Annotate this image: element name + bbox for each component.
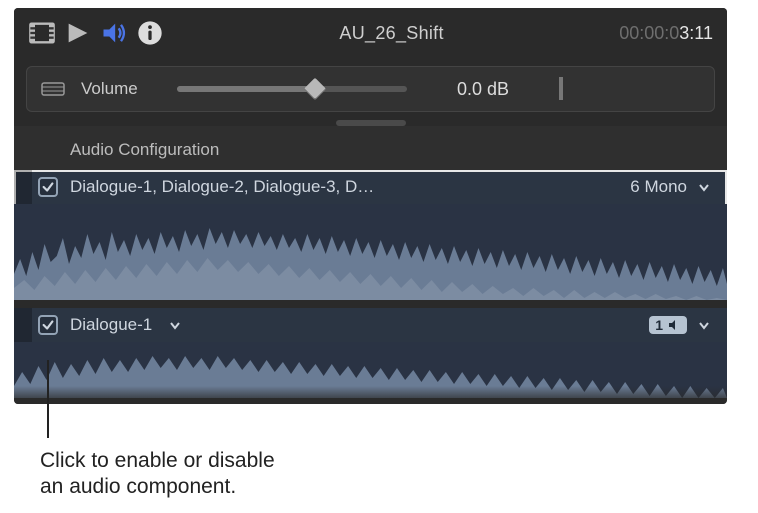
callout-line-1: Click to enable or disable (40, 449, 275, 472)
info-tab-icon[interactable] (136, 19, 164, 47)
callout-leader-line (47, 360, 49, 438)
audio-component-row[interactable]: Dialogue-1, Dialogue-2, Dialogue-3, D… 6… (14, 170, 727, 300)
chevron-down-icon (697, 318, 711, 332)
clip-title: AU_26_Shift (164, 23, 619, 44)
component-header: Dialogue-1 1 (14, 308, 727, 342)
volume-label: Volume (81, 79, 161, 99)
waveform-display[interactable] (14, 204, 727, 300)
audio-component-row[interactable]: Dialogue-1 1 (14, 308, 727, 398)
speaker-icon (667, 318, 681, 332)
callout-line-2: an audio component. (40, 475, 236, 498)
volume-slider[interactable] (177, 86, 407, 92)
enable-checkbox[interactable] (38, 177, 58, 197)
volume-slider-thumb[interactable] (304, 78, 327, 101)
timecode-leading: 00:00:0 (619, 23, 679, 43)
volume-value[interactable]: 0.0 dB (423, 79, 543, 100)
channel-number: 1 (655, 317, 663, 333)
color-tab-icon[interactable] (64, 19, 92, 47)
channel-config-dropdown[interactable]: 6 Mono (630, 177, 711, 197)
topbar-icon-group (28, 19, 164, 47)
chevron-down-icon[interactable] (168, 318, 182, 332)
volume-parameter-icon[interactable] (41, 80, 65, 98)
channel-badge-group[interactable]: 1 (649, 316, 711, 334)
audio-tab-icon[interactable] (100, 19, 128, 47)
timecode-display: 00:00:03:11 (619, 23, 713, 44)
audio-configuration-heading: Audio Configuration (14, 126, 727, 170)
channel-config-label: 6 Mono (630, 177, 687, 197)
enable-checkbox[interactable] (38, 315, 58, 335)
timecode-main: 3:11 (679, 23, 713, 43)
audio-inspector-panel: AU_26_Shift 00:00:03:11 Volume 0.0 dB Au… (14, 8, 727, 404)
component-header: Dialogue-1, Dialogue-2, Dialogue-3, D… 6… (14, 170, 727, 204)
callout-text: Click to enable or disable an audio comp… (40, 448, 275, 501)
video-tab-icon[interactable] (28, 19, 56, 47)
component-name[interactable]: Dialogue-1 (70, 315, 152, 335)
inspector-topbar: AU_26_Shift 00:00:03:11 (14, 8, 727, 58)
keyframe-diamond-icon[interactable] (559, 79, 563, 99)
waveform-display[interactable] (14, 342, 727, 398)
component-name[interactable]: Dialogue-1, Dialogue-2, Dialogue-3, D… (70, 177, 374, 197)
volume-slider-fill (177, 86, 315, 92)
chevron-down-icon (697, 180, 711, 194)
volume-row: Volume 0.0 dB (26, 66, 715, 112)
channel-badge: 1 (649, 316, 687, 334)
